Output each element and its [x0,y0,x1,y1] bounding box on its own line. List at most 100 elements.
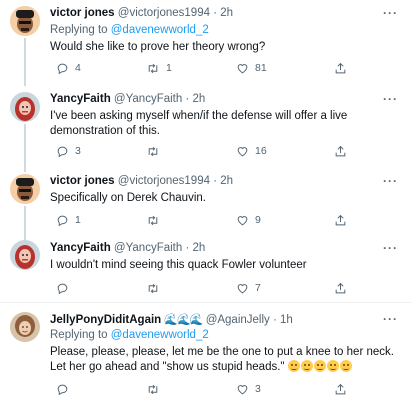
grinning-face-emoji [313,360,326,372]
avatar[interactable] [10,6,40,36]
reply-icon [57,63,68,74]
tweet-5[interactable]: JellyPonyDiditAgain 🌊🌊🌊 @AgainJelly · 1h… [0,306,412,400]
retweet-icon [148,215,158,225]
emoji-row [287,360,353,373]
thread-line [24,38,26,86]
more-dots-icon[interactable]: ··· [383,241,398,255]
grinning-face-emoji [326,360,339,372]
display-name[interactable]: victor jones [50,175,115,187]
display-name[interactable]: YancyFaith [50,93,111,105]
tweet-header: victor jones @victorjones1994 · 2h [50,175,233,187]
timestamp[interactable]: 2h [220,175,233,187]
tweet-actions: 1 9 [50,212,350,228]
avatar[interactable] [10,174,40,204]
timestamp[interactable]: 2h [193,242,206,254]
share-button[interactable] [334,381,353,397]
more-dots-icon[interactable]: ··· [383,6,398,20]
replying-to-label: Replying to [50,329,108,341]
like-button[interactable]: 16 [236,143,267,159]
tweet-actions: 4 1 81 [50,60,350,76]
retweet-icon [148,146,158,156]
more-dots-icon[interactable]: ··· [383,92,398,106]
user-handle[interactable]: @YancyFaith [114,93,182,105]
user-handle[interactable]: @YancyFaith [114,242,182,254]
reply-button[interactable]: 4 [56,60,81,76]
display-name[interactable]: YancyFaith [50,242,111,254]
tweet-header: YancyFaith @YancyFaith · 2h [50,242,205,254]
share-button[interactable] [334,280,353,296]
user-handle[interactable]: @victorjones1994 [118,7,210,19]
retweet-icon [148,384,158,394]
tweet-header: JellyPonyDiditAgain 🌊🌊🌊 @AgainJelly · 1h [50,313,293,326]
tweet-1[interactable]: victor jones @victorjones1994 · 2h ··· R… [0,0,412,86]
tweet-text: I've been asking myself when/if the defe… [50,110,348,137]
retweet-button[interactable] [146,143,166,159]
share-icon [335,282,346,293]
like-button[interactable]: 3 [236,381,261,397]
timestamp[interactable]: 2h [193,93,206,105]
like-count: 9 [255,214,261,226]
like-button[interactable]: 9 [236,212,261,228]
tweet-text: Specifically on Derek Chauvin. [50,192,206,204]
reply-button[interactable]: 3 [56,143,81,159]
retweet-icon [148,283,158,293]
reply-button[interactable] [56,381,75,397]
share-icon [335,383,346,394]
retweet-button[interactable] [146,381,166,397]
reply-count: 1 [75,214,81,226]
mention-link[interactable]: @davenewworld_2 [111,24,209,36]
more-dots-icon[interactable]: ··· [383,174,398,188]
user-handle[interactable]: @victorjones1994 [118,175,210,187]
tweet-4[interactable]: YancyFaith @YancyFaith · 2h ··· I wouldn… [0,238,412,300]
tweet-divider [0,302,412,303]
replying-to: Replying to @davenewworld_2 [50,329,209,341]
display-name[interactable]: victor jones [50,7,115,19]
avatar[interactable] [10,312,40,342]
tweet-text: I wouldn't mind seeing this quack Fowler… [50,259,307,271]
avatar[interactable] [10,240,40,270]
reply-button[interactable]: 1 [56,212,81,228]
separator: · [185,242,190,254]
wave-emoji: 🌊🌊🌊 [164,314,203,326]
tweet-2[interactable]: YancyFaith @YancyFaith · 2h ··· I've bee… [0,86,412,172]
reply-button[interactable] [56,280,75,296]
like-button[interactable]: 81 [236,60,267,76]
heart-icon [237,146,248,156]
share-button[interactable] [334,60,353,76]
display-name[interactable]: JellyPonyDiditAgain [50,314,161,326]
separator: · [272,314,277,326]
tweet-3[interactable]: victor jones @victorjones1994 · 2h ··· S… [0,170,412,242]
timestamp[interactable]: 1h [280,314,293,326]
retweet-button[interactable] [146,280,166,296]
reply-icon [57,146,68,157]
share-button[interactable] [334,143,353,159]
timestamp[interactable]: 2h [220,7,233,19]
separator: · [185,93,190,105]
retweet-button[interactable]: 1 [146,60,172,76]
grinning-face-emoji [300,360,313,372]
tweet-actions: 3 [50,381,350,397]
more-dots-icon[interactable]: ··· [383,312,398,326]
heart-icon [237,215,248,225]
mention-link[interactable]: @davenewworld_2 [111,329,209,341]
heart-icon [237,384,248,394]
avatar[interactable] [10,92,40,122]
retweet-button[interactable] [146,212,166,228]
retweet-count: 1 [166,62,172,74]
like-count: 81 [255,62,267,74]
thread-line [24,124,26,172]
share-icon [335,62,346,73]
tweet-actions: 3 16 [50,143,350,159]
heart-icon [237,63,248,73]
like-button[interactable]: 7 [236,280,261,296]
retweet-icon [148,63,158,73]
user-handle[interactable]: @AgainJelly [206,314,270,326]
grinning-face-emoji [339,360,352,372]
grinning-face-emoji [287,360,300,372]
like-count: 16 [255,145,267,157]
reply-icon [57,283,68,294]
share-button[interactable] [334,212,353,228]
share-icon [335,145,346,156]
like-count: 3 [255,383,261,395]
tweet-header: YancyFaith @YancyFaith · 2h [50,93,205,105]
